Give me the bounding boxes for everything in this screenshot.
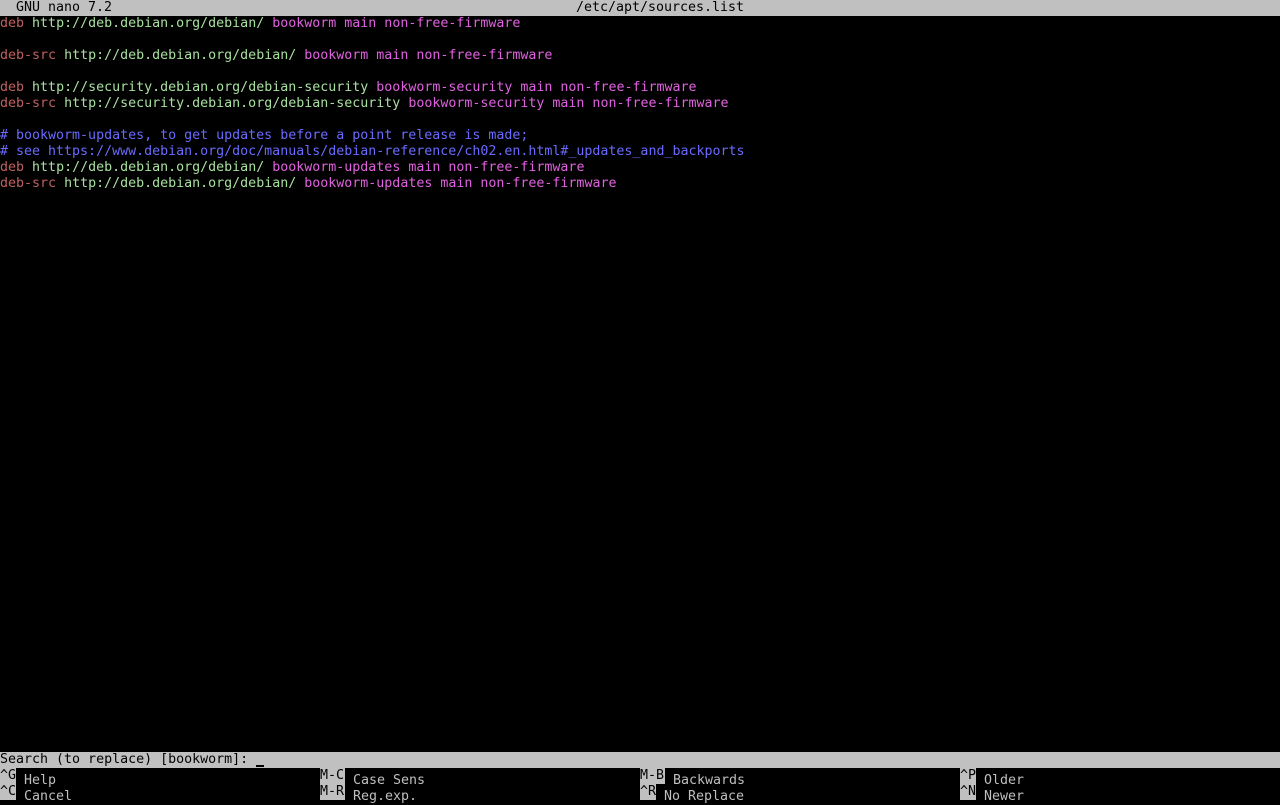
shortcut-cancel[interactable]: ^C Cancel <box>0 784 72 804</box>
editor-line[interactable]: deb http://security.debian.org/debian-se… <box>0 80 1280 96</box>
editor-line[interactable] <box>0 64 1280 80</box>
repo-components: bookworm main non-free-firmware <box>272 16 521 31</box>
comment-text: # see https://www.debian.org/doc/manuals… <box>0 144 745 159</box>
search-prompt-label: Search (to replace) [bookworm]: <box>0 752 257 767</box>
text-cursor[interactable] <box>256 765 265 767</box>
shortcut-label: No Replace <box>664 789 745 804</box>
shortcut-key: ^N <box>960 784 976 800</box>
shortcut-key: ^R <box>640 784 656 800</box>
repo-components: bookworm main non-free-firmware <box>304 48 553 63</box>
shortcut-key: M-R <box>320 784 345 800</box>
editor-line[interactable]: deb http://deb.debian.org/debian/ bookwo… <box>0 160 1280 176</box>
shortcut-bar: ^G Help ^C Cancel M-C Case Sens M-R Reg.exp.… <box>0 768 1280 804</box>
file-name: /etc/apt/sources.list <box>575 0 745 15</box>
repo-components: bookworm-security main non-free-firmware <box>408 96 729 111</box>
editor-line[interactable]: deb-src http://deb.debian.org/debian/ bo… <box>0 176 1280 192</box>
repo-url: http://deb.debian.org/debian/ <box>32 16 265 31</box>
repo-url: http://deb.debian.org/debian/ <box>64 48 297 63</box>
editor-line[interactable]: deb http://deb.debian.org/debian/ bookwo… <box>0 16 1280 32</box>
line-type: deb-src <box>0 48 57 63</box>
editor-line[interactable] <box>0 112 1280 128</box>
line-type: deb <box>0 16 25 31</box>
repo-url: http://security.debian.org/debian-securi… <box>64 96 401 111</box>
repo-url: http://deb.debian.org/debian/ <box>32 160 265 175</box>
search-prompt-bar[interactable]: Search (to replace) [bookworm]: <box>0 752 1280 768</box>
repo-components: bookworm-updates main non-free-firmware <box>304 176 617 191</box>
repo-url: http://deb.debian.org/debian/ <box>64 176 297 191</box>
editor-line[interactable]: deb-src http://security.debian.org/debia… <box>0 96 1280 112</box>
line-type: deb <box>0 80 25 95</box>
editor-line[interactable]: # see https://www.debian.org/doc/manuals… <box>0 144 1280 160</box>
shortcut-regexp[interactable]: M-R Reg.exp. <box>320 784 417 804</box>
line-type: deb-src <box>0 176 57 191</box>
editor-line[interactable]: # bookworm-updates, to get updates befor… <box>0 128 1280 144</box>
shortcut-key: M-B <box>640 768 665 784</box>
shortcut-help[interactable]: ^G Help <box>0 768 56 788</box>
comment-text: # bookworm-updates, to get updates befor… <box>0 128 529 143</box>
editor-line[interactable] <box>0 32 1280 48</box>
shortcut-no-replace[interactable]: ^R No Replace <box>640 784 744 804</box>
shortcut-older[interactable]: ^P Older <box>960 768 1024 788</box>
line-type: deb <box>0 160 25 175</box>
repo-components: bookworm-updates main non-free-firmware <box>272 160 585 175</box>
line-type: deb-src <box>0 96 57 111</box>
shortcut-newer[interactable]: ^N Newer <box>960 784 1024 804</box>
shortcut-case-sens[interactable]: M-C Case Sens <box>320 768 425 788</box>
shortcut-key: ^C <box>0 784 16 800</box>
shortcut-backwards[interactable]: M-B Backwards <box>640 768 745 788</box>
shortcut-label: Reg.exp. <box>353 789 418 804</box>
title-bar: GNU nano 7.2 /etc/apt/sources.list <box>0 0 1280 16</box>
editor-line[interactable]: deb-src http://deb.debian.org/debian/ bo… <box>0 48 1280 64</box>
repo-url: http://security.debian.org/debian-securi… <box>32 80 369 95</box>
shortcut-key: ^G <box>0 768 16 784</box>
shortcut-label: Newer <box>984 789 1025 804</box>
shortcut-key: ^P <box>960 768 976 784</box>
repo-components: bookworm-security main non-free-firmware <box>376 80 697 95</box>
shortcut-key: M-C <box>320 768 345 784</box>
editor-area[interactable]: deb http://deb.debian.org/debian/ bookwo… <box>0 16 1280 192</box>
shortcut-label: Cancel <box>24 789 73 804</box>
